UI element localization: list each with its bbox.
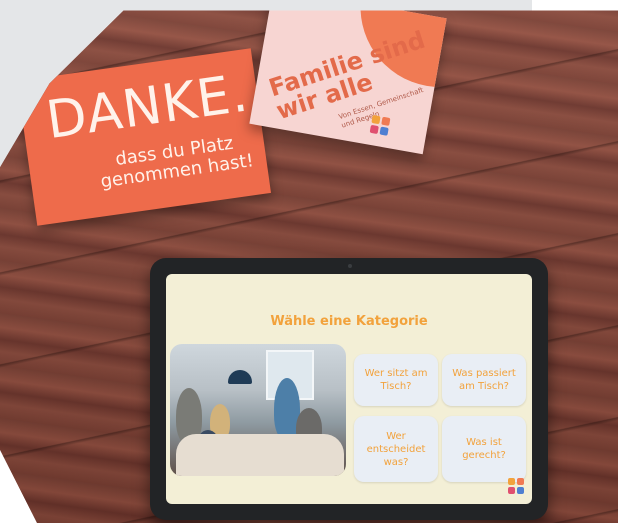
family-logo-icon xyxy=(369,114,391,136)
brand-square xyxy=(508,478,515,485)
family-dinner-photo xyxy=(170,344,346,476)
tablet-screen: Wähle eine Kategorie Wer sitzt am Tisch?… xyxy=(166,274,532,504)
lamp xyxy=(228,370,252,384)
brand-square xyxy=(508,487,515,494)
tablet: Wähle eine Kategorie Wer sitzt am Tisch?… xyxy=(150,258,548,520)
category-heading: Wähle eine Kategorie xyxy=(270,314,428,329)
brand-square xyxy=(517,478,524,485)
logo-square xyxy=(369,124,379,135)
logo-square xyxy=(379,126,389,136)
photo: DANKE. dass du Platz genommen hast! Fami… xyxy=(0,10,618,523)
brand-square xyxy=(517,487,524,494)
category-button-was-ist-gerecht[interactable]: Was ist gerecht? xyxy=(442,416,526,482)
logo-square xyxy=(371,114,381,125)
tablet-camera xyxy=(348,264,352,268)
brand-logo-icon xyxy=(508,478,524,494)
category-button-was-passiert[interactable]: Was passiert am Tisch? xyxy=(442,354,526,406)
logo-square xyxy=(381,116,391,126)
category-button-wer-entscheidet[interactable]: Wer entscheidet was? xyxy=(354,416,438,482)
category-button-wer-sitzt[interactable]: Wer sitzt am Tisch? xyxy=(354,354,438,406)
dining-table xyxy=(176,434,344,476)
